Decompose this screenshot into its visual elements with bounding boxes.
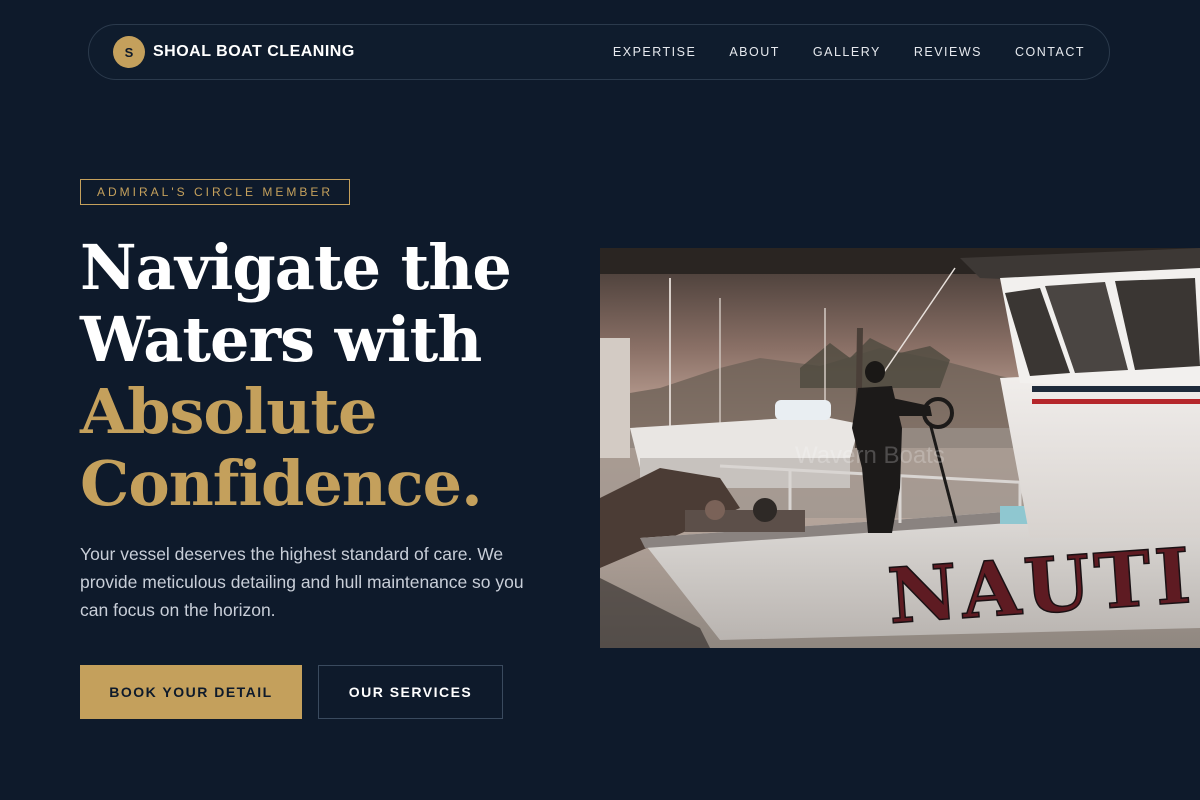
headline-line-4: Confidence.	[80, 447, 483, 520]
headline-line-1: Navigate the	[80, 231, 512, 304]
nav-links: EXPERTISE ABOUT GALLERY REVIEWS CONTACT	[613, 25, 1085, 79]
top-nav: S SHOAL BOAT CLEANING EXPERTISE ABOUT GA…	[88, 24, 1110, 80]
brand-name: SHOAL BOAT CLEANING	[153, 43, 355, 60]
hero-headline: Navigate the Waters with Absolute Confid…	[80, 232, 560, 520]
nav-link-about[interactable]: ABOUT	[729, 45, 780, 59]
image-watermark: Wavern Boats	[795, 442, 945, 469]
nav-link-contact[interactable]: CONTACT	[1015, 45, 1085, 59]
brand-logo[interactable]: S SHOAL BOAT CLEANING	[113, 36, 355, 68]
nav-link-expertise[interactable]: EXPERTISE	[613, 45, 696, 59]
headline-line-3: Absolute	[80, 375, 377, 448]
nav-link-reviews[interactable]: REVIEWS	[914, 45, 982, 59]
headline-line-2: Waters with	[80, 303, 482, 376]
brand-initial-icon: S	[113, 36, 145, 68]
our-services-button[interactable]: OUR SERVICES	[318, 665, 503, 719]
hero-description: Your vessel deserves the highest standar…	[80, 544, 524, 620]
book-detail-button[interactable]: BOOK YOUR DETAIL	[80, 665, 302, 719]
nav-link-gallery[interactable]: GALLERY	[813, 45, 881, 59]
hero-boat-photo: NAUTI Wavern Boats	[600, 248, 1200, 648]
page: S SHOAL BOAT CLEANING EXPERTISE ABOUT GA…	[0, 0, 1200, 800]
boat-illustration: NAUTI Wavern Boats	[600, 248, 1200, 648]
membership-badge: ADMIRAL'S CIRCLE MEMBER	[80, 179, 350, 205]
